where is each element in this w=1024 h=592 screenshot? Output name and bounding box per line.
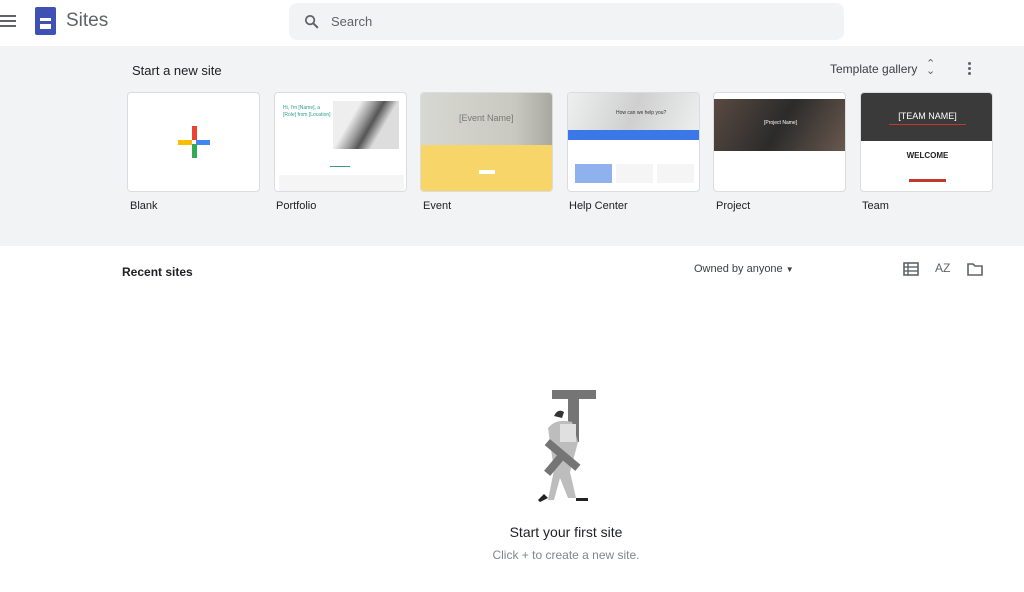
thumb-text: [Event Name] (459, 113, 514, 123)
sort-az-icon[interactable]: AZ (935, 261, 950, 275)
empty-state-title: Start your first site (509, 524, 623, 540)
owner-filter-dropdown[interactable]: Owned by anyone ▼ (694, 263, 794, 275)
template-blank[interactable] (127, 92, 260, 192)
search-icon[interactable] (303, 13, 320, 30)
template-label: Help Center (569, 200, 628, 212)
thumb-text: How can we help you? (616, 110, 667, 116)
list-view-icon[interactable] (902, 261, 920, 277)
template-label: Blank (130, 200, 158, 212)
thumb-image (333, 101, 399, 149)
search-bar[interactable] (289, 3, 844, 40)
thumb-text: WELCOME (906, 151, 949, 160)
template-team[interactable]: [TEAM NAME] WELCOME (860, 92, 993, 192)
template-label: Event (423, 200, 452, 212)
thumb-text: Hi, I'm [Name], a [Role] from [Location] (283, 105, 331, 118)
template-event[interactable]: [Event Name] (420, 92, 553, 192)
search-input[interactable] (331, 3, 811, 40)
plus-icon (178, 126, 210, 158)
owner-filter-label: Owned by anyone (694, 263, 783, 275)
sites-logo-icon[interactable] (35, 7, 56, 35)
app-title: Sites (66, 10, 109, 31)
template-project[interactable]: [Project Name] (713, 92, 846, 192)
thumb-text: [TEAM NAME] (898, 111, 957, 121)
empty-state-illustration (538, 390, 596, 502)
template-help-center[interactable]: How can we help you? (567, 92, 700, 192)
template-gallery-button[interactable]: Template gallery (830, 62, 917, 76)
template-label: Team (862, 200, 889, 212)
template-label: Portfolio (276, 200, 317, 212)
dropdown-arrow-icon: ▼ (785, 265, 794, 274)
template-label: Project (716, 200, 751, 212)
thumb-text: [Project Name] (764, 120, 798, 126)
recent-sites-title: Recent sites (122, 265, 193, 279)
top-bar: Sites (0, 0, 1024, 46)
folder-icon[interactable] (966, 261, 984, 277)
section-title: Start a new site (132, 63, 222, 78)
hamburger-menu-icon[interactable] (0, 13, 16, 29)
empty-state-subtitle: Click + to create a new site. (492, 548, 640, 562)
expand-collapse-icon[interactable]: ⌃ ⌄ (926, 59, 935, 77)
more-options-icon[interactable] (962, 60, 976, 80)
template-portfolio[interactable]: Hi, I'm [Name], a [Role] from [Location] (274, 92, 407, 192)
